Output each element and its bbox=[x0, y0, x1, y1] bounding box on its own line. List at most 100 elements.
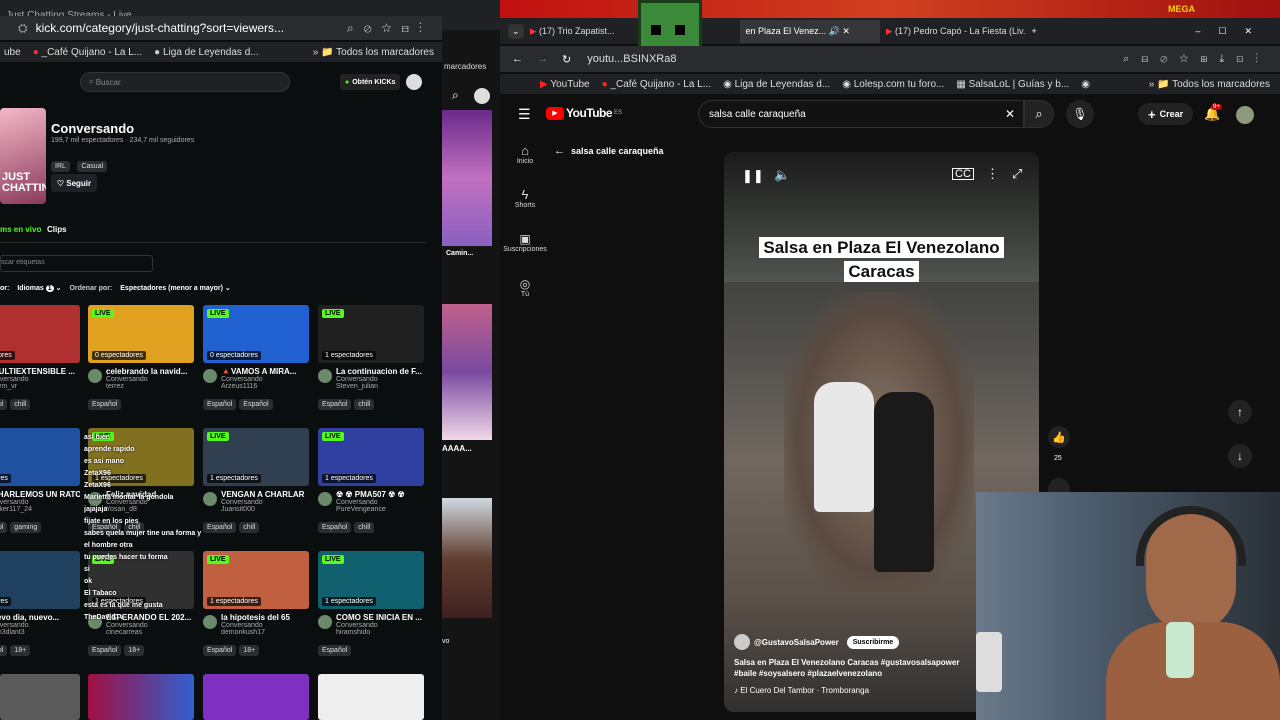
stream-title[interactable]: la hipotesis del 65 bbox=[203, 613, 309, 622]
forward-icon[interactable]: → bbox=[537, 53, 548, 65]
streamer-avatar[interactable] bbox=[203, 369, 217, 383]
streamer-name[interactable]: cinecarreas bbox=[88, 629, 194, 636]
stream-title[interactable]: La continuacion de F... bbox=[318, 367, 424, 376]
stream-category[interactable]: Conversando bbox=[88, 376, 194, 383]
stream-card[interactable]: LIVE 1 espectadores VENGAN A CHARLAR Conver… bbox=[203, 428, 309, 534]
tab-3[interactable]: ▶ (17) Pedro Capó - La Fiesta (Liv... ✕ bbox=[886, 26, 1026, 37]
tab-1[interactable]: ▶ (17) Trio Zapatist... bbox=[530, 26, 630, 37]
previous-short-button[interactable]: ↑ bbox=[1228, 400, 1252, 424]
sidebar-item-shorts[interactable]: ϟ Shorts bbox=[500, 187, 550, 209]
right-url-field[interactable]: youtu...BSINXRa8 bbox=[587, 53, 676, 65]
new-tab-button[interactable]: + bbox=[1032, 26, 1037, 36]
channel-name[interactable]: @GustavoSalsaPower bbox=[754, 638, 839, 647]
all-bookmarks[interactable]: » 📁 Todos los marcadores bbox=[313, 47, 434, 58]
stream-category[interactable]: Conversando bbox=[203, 622, 309, 629]
streamer-avatar[interactable] bbox=[203, 615, 217, 629]
more-options-icon[interactable]: ⋮ bbox=[986, 166, 999, 182]
stream-thumbnail[interactable]: LIVE 1 espectadores bbox=[318, 428, 424, 486]
tag[interactable]: chill bbox=[354, 399, 375, 410]
stream-card[interactable]: LIVE 1 espectadores ☢ ☢ PMA507 ☢ ☢ Conversa… bbox=[318, 428, 424, 534]
streamer-name[interactable]: ekker117_24 bbox=[0, 506, 80, 513]
dislike-button[interactable] bbox=[1048, 478, 1070, 492]
stream-card[interactable]: LIVE 0 espectadores 🔺VAMOS A MIRA... Conver… bbox=[203, 305, 309, 411]
search-button[interactable]: ⌕ bbox=[1024, 100, 1054, 128]
window-controls[interactable]: –☐✕ bbox=[1195, 26, 1270, 37]
middle-thumbnail[interactable] bbox=[442, 498, 492, 618]
site-info-icon[interactable]: ⛭ bbox=[18, 21, 28, 36]
stream-card[interactable]: ectadores MULTIEXTENSIBLE ...onversandool… bbox=[0, 305, 80, 411]
bookmark-item[interactable]: ◉ Liga de Leyendas d... bbox=[723, 79, 830, 90]
stream-card[interactable]: LIVE 1 espectadores la hipotesis del 65 Con… bbox=[203, 551, 309, 657]
stream-title[interactable]: VENGAN A CHARLAR bbox=[203, 490, 309, 499]
tag[interactable]: Español bbox=[203, 645, 237, 656]
streamer-avatar[interactable] bbox=[318, 492, 332, 506]
tag[interactable]: IRL bbox=[51, 161, 70, 172]
pause-icon[interactable]: ❚❚ bbox=[742, 168, 764, 184]
middle-thumbnail[interactable] bbox=[442, 110, 492, 246]
clear-search-icon[interactable]: ✕ bbox=[1005, 107, 1015, 121]
streamer-name[interactable]: Juansit000 bbox=[203, 506, 309, 513]
tag[interactable]: gaming bbox=[10, 522, 42, 533]
bookmark-item[interactable]: ◉ bbox=[1081, 79, 1090, 90]
middle-avatar[interactable] bbox=[474, 88, 490, 104]
stream-card[interactable]: LIVE 1 espectadores La continuacion de F..… bbox=[318, 305, 424, 411]
kick-search-input[interactable]: ⌕ Buscar bbox=[80, 72, 290, 92]
youtube-search-input[interactable]: salsa calle caraqueña ✕ bbox=[698, 100, 1024, 128]
subscribe-button[interactable]: Suscribirme bbox=[846, 635, 900, 649]
stream-card[interactable]: ctadores uevo dia, nuevo...onversando0m3d… bbox=[0, 551, 80, 657]
tag[interactable]: chill bbox=[10, 399, 31, 410]
stream-thumbnail[interactable] bbox=[0, 674, 80, 720]
user-avatar[interactable] bbox=[406, 74, 422, 90]
stream-title[interactable]: ☢ ☢ PMA507 ☢ ☢ bbox=[318, 490, 424, 499]
bookmark-item[interactable]: ● _Café Quijano - La L... bbox=[33, 47, 142, 58]
middle-bookmark[interactable]: marcadores bbox=[444, 62, 486, 71]
stream-title[interactable]: CHARLEMOS UN RATO bbox=[0, 490, 80, 499]
tag[interactable]: Casual bbox=[77, 161, 108, 172]
bookmark-item[interactable]: ◉ Lolesp.com tu foro... bbox=[842, 79, 944, 90]
streamer-name[interactable]: PureVengeance bbox=[318, 506, 424, 513]
tag[interactable]: Español bbox=[318, 522, 352, 533]
stream-title[interactable]: 🔺VAMOS A MIRA... bbox=[203, 367, 309, 376]
stream-title[interactable]: celebrando la navid... bbox=[88, 367, 194, 376]
bookmark-item[interactable]: ● _Café Quijano - La L... bbox=[602, 79, 711, 90]
microphone-icon[interactable]: 🎙 bbox=[1066, 100, 1094, 128]
back-to-search[interactable]: ← salsa calle caraqueña bbox=[554, 145, 664, 157]
get-kicks-button[interactable]: ● Obtén KICKs bbox=[340, 74, 401, 90]
tag[interactable]: Español bbox=[318, 645, 352, 656]
tag[interactable]: Español bbox=[0, 645, 8, 656]
right-toolbar-icons[interactable]: ⌕⊟⊘☆⊞⤓⊡⋮ bbox=[1123, 53, 1270, 66]
stream-card[interactable]: LIVE 1 espectadores COMO SE INICIA EN ... C… bbox=[318, 551, 424, 657]
stream-thumbnail[interactable]: LIVE 1 espectadores bbox=[203, 551, 309, 609]
tab-search-icon[interactable]: ⌄ bbox=[508, 23, 524, 39]
captions-icon[interactable]: CC bbox=[952, 168, 974, 180]
youtube-logo[interactable]: ▶ YouTube ES bbox=[546, 106, 622, 120]
stream-category[interactable]: Conversando bbox=[318, 499, 424, 506]
sort-dropdown[interactable]: Espectadores (menor a mayor) ⌄ bbox=[120, 284, 231, 292]
fullscreen-icon[interactable]: ⤢ bbox=[1012, 166, 1022, 182]
tag[interactable]: 18+ bbox=[10, 645, 31, 656]
stream-title[interactable]: MULTIEXTENSIBLE ... bbox=[0, 367, 80, 376]
stream-thumbnail[interactable] bbox=[318, 674, 424, 720]
tag[interactable]: 18+ bbox=[124, 645, 145, 656]
tab-2-active[interactable]: en Plaza El Venez... 🔊 ✕ bbox=[739, 19, 880, 43]
tag[interactable]: Español bbox=[88, 645, 122, 656]
streamer-name[interactable]: demonkush17 bbox=[203, 629, 309, 636]
bookmark-item[interactable]: ▦ SalsaLoL | Guías y b... bbox=[956, 79, 1069, 90]
stream-category[interactable]: onversando bbox=[0, 376, 80, 383]
left-url-field[interactable]: kick.com/category/just-chatting?sort=vie… bbox=[36, 21, 284, 35]
languages-dropdown[interactable]: Idiomas 1 ⌄ bbox=[17, 284, 61, 292]
account-avatar[interactable] bbox=[1236, 106, 1254, 124]
stream-category[interactable]: Conversando bbox=[318, 622, 424, 629]
stream-thumbnail[interactable]: LIVE 0 espectadores bbox=[203, 305, 309, 363]
sidebar-item-subscriptions[interactable]: ▣ Suscripciones bbox=[500, 232, 550, 253]
streamer-avatar[interactable] bbox=[203, 492, 217, 506]
bookmark-item[interactable]: ● Liga de Leyendas d... bbox=[154, 47, 258, 58]
tag[interactable]: Español bbox=[318, 399, 352, 410]
tag[interactable]: Español bbox=[0, 399, 8, 410]
tab-live-streams[interactable]: ms en vivo bbox=[0, 225, 41, 234]
stream-category[interactable]: Conversando bbox=[318, 376, 424, 383]
tag-search-input[interactable]: scar etiquetas bbox=[0, 255, 153, 272]
stream-category[interactable]: Conversando bbox=[203, 499, 309, 506]
video-description[interactable]: Salsa en Plaza El Venezolano Caracas #gu… bbox=[734, 657, 984, 679]
stream-title[interactable]: uevo dia, nuevo... bbox=[0, 613, 80, 622]
